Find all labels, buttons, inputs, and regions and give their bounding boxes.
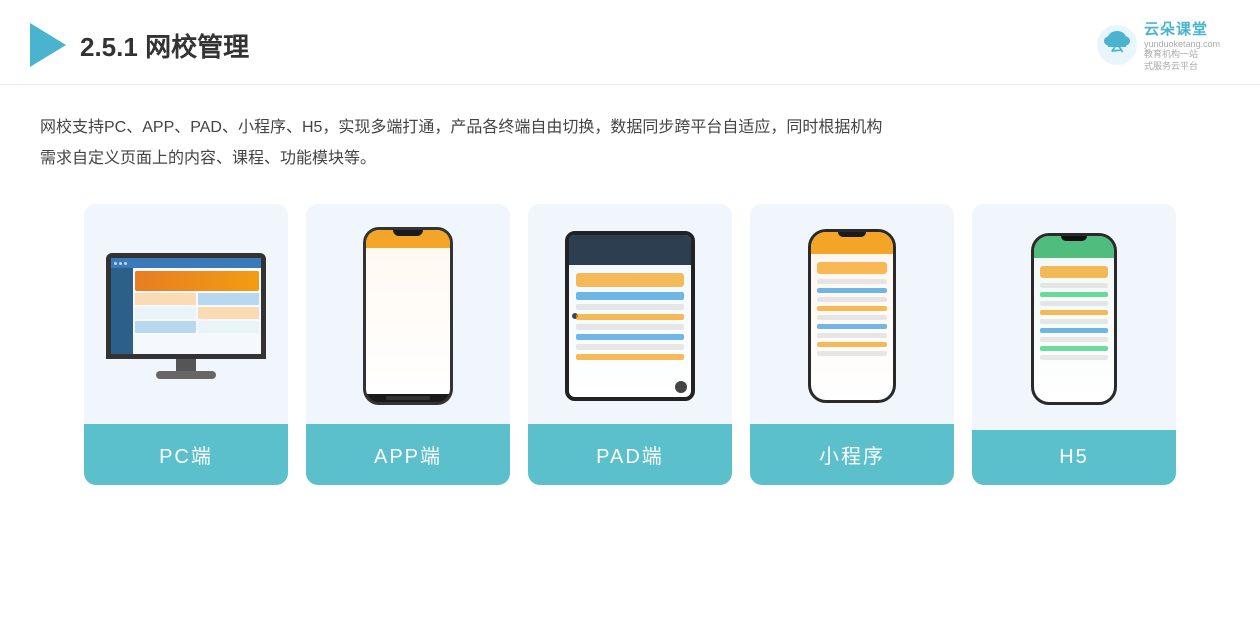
brand-tagline: 教育机构一站式服务云平台 xyxy=(1144,49,1220,72)
phone-screen-app xyxy=(366,230,450,394)
card-label-app: APP端 xyxy=(306,424,510,485)
card-miniapp: 小程序 xyxy=(750,204,954,485)
miniphone-notch xyxy=(838,232,866,237)
monitor-screen xyxy=(111,258,261,354)
cards-container: PC端 APP端 xyxy=(0,194,1260,515)
card-h5: H5 xyxy=(972,204,1176,485)
card-image-pad xyxy=(528,204,732,424)
h5phone-screen xyxy=(1034,236,1114,402)
h5phone-mockup xyxy=(1031,233,1117,405)
card-pc: PC端 xyxy=(84,204,288,485)
page-title: 2.5.1 网校管理 xyxy=(80,27,249,64)
page-header: 2.5.1 网校管理 云 云朵课堂 yunduoketang.com 教育机构一… xyxy=(0,0,1260,85)
tablet-screen xyxy=(569,235,691,397)
brand-name: 云朵课堂 xyxy=(1144,18,1220,39)
phone-mockup-app xyxy=(363,227,453,405)
card-image-h5 xyxy=(972,204,1176,430)
card-pad: PAD端 xyxy=(528,204,732,485)
cloud-icon: 云 xyxy=(1096,24,1138,66)
monitor-body xyxy=(106,253,266,359)
description-block: 网校支持PC、APP、PAD、小程序、H5，实现多端打通，产品各终端自由切换，数… xyxy=(0,85,1260,194)
card-label-miniapp: 小程序 xyxy=(750,424,954,485)
brand-url: yunduoketang.com xyxy=(1144,39,1220,49)
card-label-h5: H5 xyxy=(972,430,1176,485)
miniphone-mockup xyxy=(808,229,896,403)
tablet-mockup xyxy=(565,231,695,401)
phone-notch-app xyxy=(393,230,423,236)
card-app: APP端 xyxy=(306,204,510,485)
arrow-icon xyxy=(30,23,66,67)
miniphone-screen xyxy=(811,232,893,400)
card-image-app xyxy=(306,204,510,424)
card-image-pc xyxy=(84,204,288,424)
pc-monitor xyxy=(101,253,271,379)
h5phone-notch xyxy=(1061,236,1087,241)
card-label-pad: PAD端 xyxy=(528,424,732,485)
card-image-miniapp xyxy=(750,204,954,424)
header-left: 2.5.1 网校管理 xyxy=(30,23,249,67)
description-line2: 需求自定义页面上的内容、课程、功能模块等。 xyxy=(40,144,1220,174)
description-line1: 网校支持PC、APP、PAD、小程序、H5，实现多端打通，产品各终端自由切换，数… xyxy=(40,113,1220,143)
brand-text-group: 云朵课堂 yunduoketang.com 教育机构一站式服务云平台 xyxy=(1144,18,1220,72)
card-label-pc: PC端 xyxy=(84,424,288,485)
brand-logo: 云 云朵课堂 yunduoketang.com 教育机构一站式服务云平台 xyxy=(1096,18,1220,72)
